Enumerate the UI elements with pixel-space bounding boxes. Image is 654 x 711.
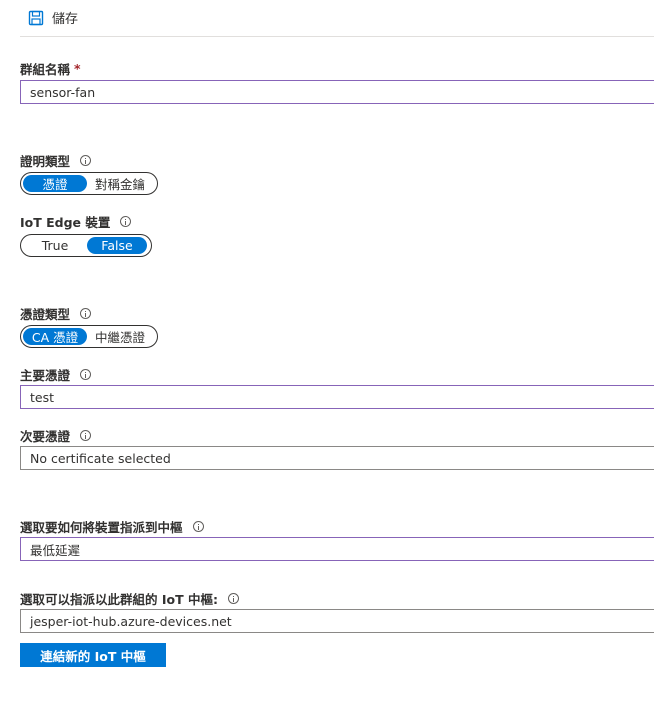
link-new-iot-hub-button[interactable]: 連結新的 IoT 中樞 bbox=[20, 643, 166, 667]
group-name-value: sensor-fan bbox=[30, 84, 96, 100]
attestation-option-symmetric-key[interactable]: 對稱金鑰 bbox=[87, 175, 153, 192]
required-marker: * bbox=[74, 61, 81, 76]
certificate-option-ca[interactable]: CA 憑證 bbox=[23, 328, 87, 345]
attestation-type-label-text: 證明類型 bbox=[20, 154, 71, 169]
command-bar: 儲存 bbox=[20, 0, 654, 37]
info-icon[interactable] bbox=[80, 308, 92, 319]
allocation-policy-select[interactable]: 最低延遲 bbox=[20, 537, 654, 561]
iot-hubs-label-text: 選取可以指派以此群組的 IoT 中樞: bbox=[20, 592, 218, 607]
allocation-policy-value: 最低延遲 bbox=[30, 542, 81, 558]
iot-hubs-select[interactable]: jesper-iot-hub.azure-devices.net bbox=[20, 609, 654, 633]
secondary-certificate-select[interactable]: No certificate selected bbox=[20, 446, 654, 470]
primary-certificate-label-text: 主要憑證 bbox=[20, 368, 71, 383]
attestation-type-toggle: 憑證 對稱金鑰 bbox=[20, 172, 158, 195]
certificate-option-intermediate[interactable]: 中繼憑證 bbox=[87, 328, 153, 345]
iot-edge-option-false[interactable]: False bbox=[87, 237, 147, 254]
iot-hubs-value: jesper-iot-hub.azure-devices.net bbox=[30, 613, 232, 629]
primary-certificate-value: test bbox=[30, 389, 55, 405]
certificate-type-label: 憑證類型 bbox=[20, 304, 92, 323]
info-icon[interactable] bbox=[192, 521, 204, 532]
group-name-label: 群組名稱 * bbox=[20, 59, 81, 78]
allocation-policy-label: 選取要如何將裝置指派到中樞 bbox=[20, 517, 204, 536]
secondary-certificate-value: No certificate selected bbox=[30, 450, 171, 466]
device-enrollment-group-form: 儲存 群組名稱 * sensor-fan 證明類型 憑證 對稱金鑰 IoT Ed… bbox=[0, 0, 654, 711]
iot-edge-toggle: True False bbox=[20, 234, 152, 257]
iot-edge-label-text: IoT Edge 裝置 bbox=[20, 215, 111, 230]
secondary-certificate-label: 次要憑證 bbox=[20, 426, 92, 445]
info-icon[interactable] bbox=[80, 430, 92, 441]
info-icon[interactable] bbox=[227, 593, 239, 604]
info-icon[interactable] bbox=[120, 216, 132, 227]
info-icon[interactable] bbox=[80, 155, 92, 166]
attestation-type-label: 證明類型 bbox=[20, 151, 92, 170]
group-name-label-text: 群組名稱 bbox=[20, 62, 71, 77]
iot-hubs-label: 選取可以指派以此群組的 IoT 中樞: bbox=[20, 589, 239, 608]
primary-certificate-select[interactable]: test bbox=[20, 385, 654, 409]
save-button[interactable]: 儲存 bbox=[28, 8, 78, 27]
primary-certificate-label: 主要憑證 bbox=[20, 365, 92, 384]
iot-edge-option-true[interactable]: True bbox=[23, 237, 87, 254]
info-icon[interactable] bbox=[80, 369, 92, 380]
certificate-type-toggle: CA 憑證 中繼憑證 bbox=[20, 325, 158, 348]
iot-edge-label: IoT Edge 裝置 bbox=[20, 212, 132, 231]
allocation-policy-label-text: 選取要如何將裝置指派到中樞 bbox=[20, 520, 183, 535]
attestation-option-certificate[interactable]: 憑證 bbox=[23, 175, 87, 192]
secondary-certificate-label-text: 次要憑證 bbox=[20, 429, 71, 444]
group-name-input[interactable]: sensor-fan bbox=[20, 80, 654, 104]
save-icon bbox=[28, 10, 44, 25]
save-button-label: 儲存 bbox=[52, 12, 79, 27]
certificate-type-label-text: 憑證類型 bbox=[20, 307, 71, 322]
